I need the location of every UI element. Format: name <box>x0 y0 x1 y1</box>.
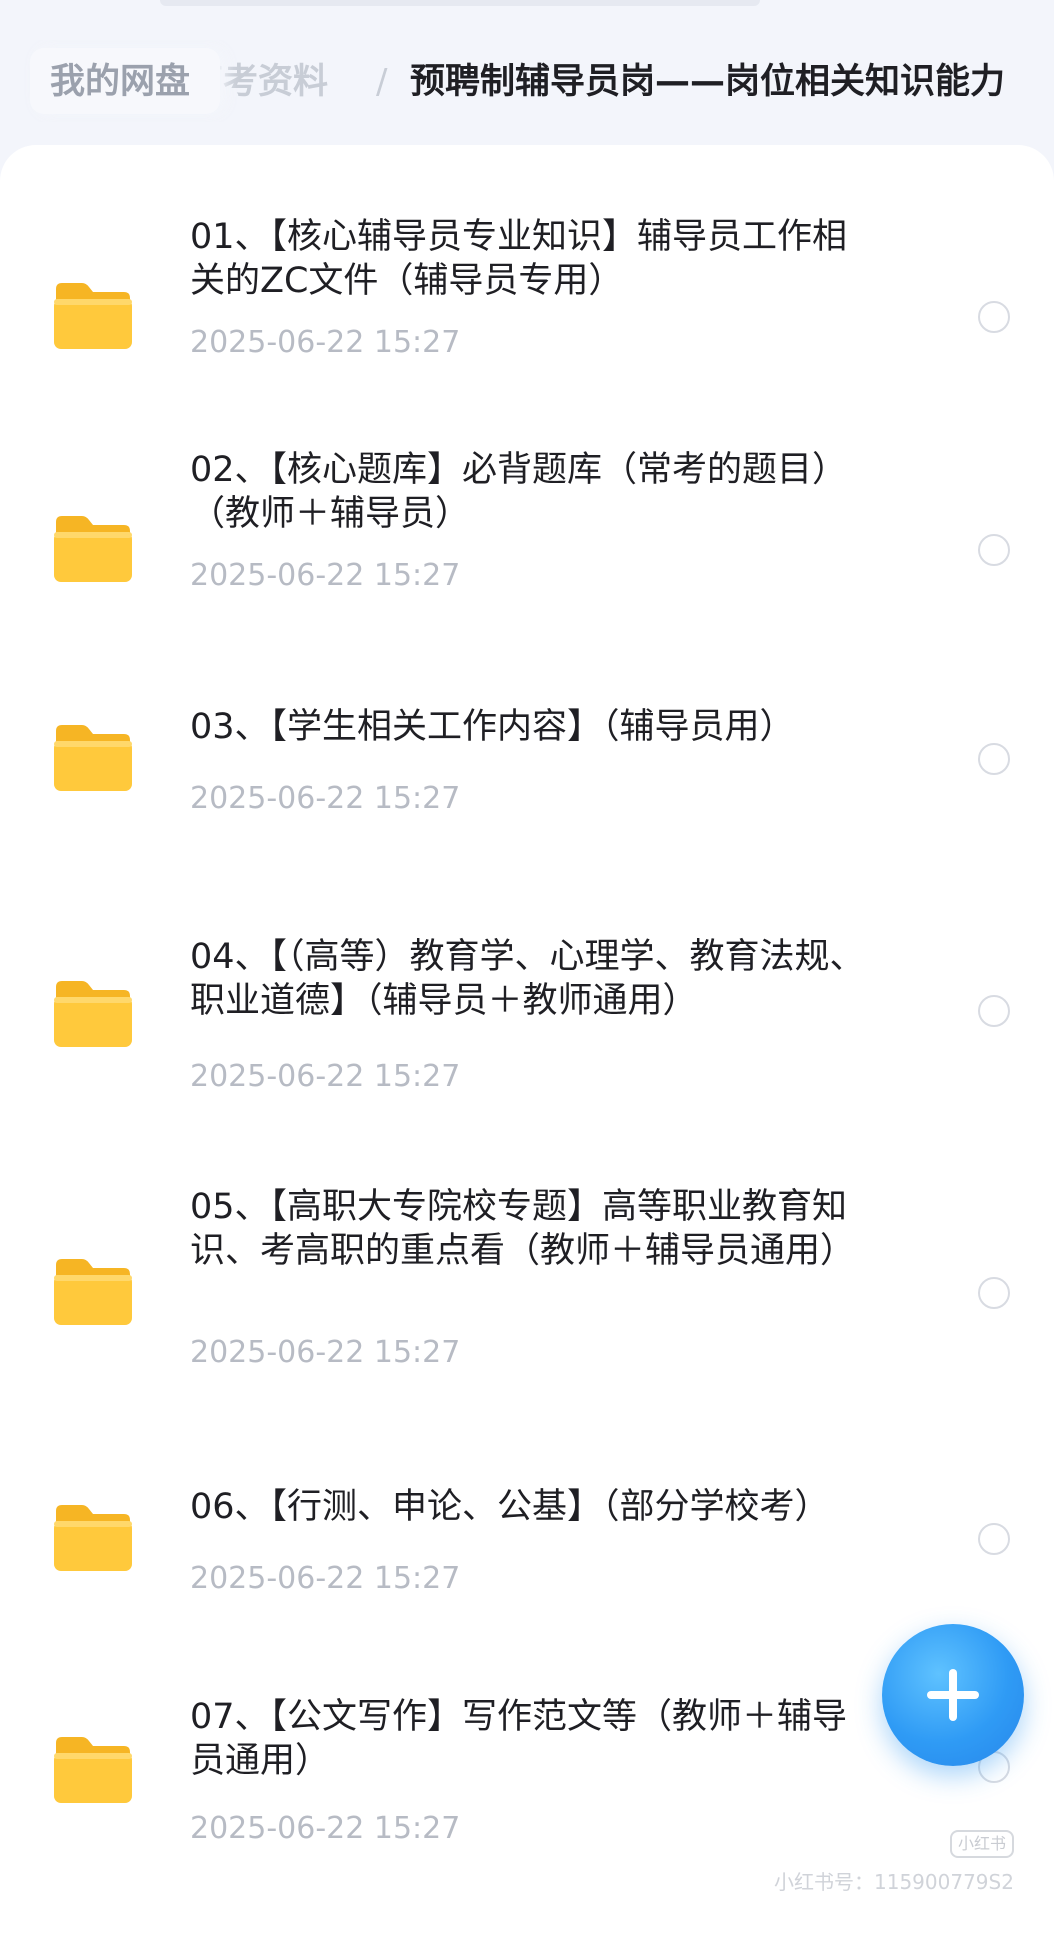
select-radio[interactable] <box>978 995 1010 1027</box>
file-name: 03、【学生相关工作内容】（辅导员用） <box>190 707 795 747</box>
file-item[interactable]: 05、【高职大专院校专题】高等职业教育知识、考高职的重点看（教师＋辅导员通用） … <box>0 1185 1054 1445</box>
select-radio[interactable] <box>978 301 1010 333</box>
file-date: 2025-06-22 15:27 <box>190 325 461 360</box>
file-name: 07、【公文写作】写作范文等（教师＋辅导员通用） <box>190 1697 848 1781</box>
file-date: 2025-06-22 15:27 <box>190 1811 461 1846</box>
select-radio[interactable] <box>978 1277 1010 1309</box>
select-radio[interactable] <box>978 743 1010 775</box>
breadcrumb-separator: / <box>376 62 388 102</box>
file-item[interactable]: 02、【核心题库】必背题库（常考的题目）（教师＋辅导员） 2025-06-22 … <box>0 448 1054 678</box>
file-date: 2025-06-22 15:27 <box>190 1561 461 1596</box>
folder-icon <box>52 1255 134 1327</box>
watermark-badge: 小红书 <box>950 1830 1015 1858</box>
select-radio[interactable] <box>978 1523 1010 1555</box>
add-button[interactable] <box>882 1624 1024 1766</box>
breadcrumb: 我的网盘 育考资料 / 预聘制辅导员岗——岗位相关知识能力 <box>0 40 1054 122</box>
folder-icon <box>52 279 134 351</box>
folder-icon <box>52 512 134 584</box>
file-item[interactable]: 01、【核心辅导员专业知识】辅导员工作相关的ZC文件（辅导员专用） 2025-0… <box>0 215 1054 445</box>
file-date: 2025-06-22 15:27 <box>190 781 461 816</box>
file-item[interactable]: 04、【（高等）教育学、心理学、教育法规、职业道德】（辅导员＋教师通用） 202… <box>0 935 1054 1165</box>
folder-icon <box>52 1501 134 1573</box>
plus-icon <box>927 1669 979 1721</box>
file-name: 01、【核心辅导员专业知识】辅导员工作相关的ZC文件（辅导员专用） <box>190 217 848 301</box>
file-date: 2025-06-22 15:27 <box>190 558 461 593</box>
file-name: 04、【（高等）教育学、心理学、教育法规、职业道德】（辅导员＋教师通用） <box>190 937 865 1021</box>
file-name: 06、【行测、申论、公基】（部分学校考） <box>190 1487 830 1527</box>
select-radio[interactable] <box>978 534 1010 566</box>
breadcrumb-root-label: 我的网盘 <box>50 62 191 102</box>
breadcrumb-root-button[interactable]: 我的网盘 <box>30 48 220 114</box>
file-date: 2025-06-22 15:27 <box>190 1335 461 1370</box>
top-strip <box>160 0 760 6</box>
folder-icon <box>52 721 134 793</box>
file-name: 02、【核心题库】必背题库（常考的题目）（教师＋辅导员） <box>190 450 848 534</box>
folder-icon <box>52 977 134 1049</box>
folder-icon <box>52 1733 134 1805</box>
breadcrumb-current: 预聘制辅导员岗——岗位相关知识能力 <box>410 62 1006 102</box>
file-name: 05、【高职大专院校专题】高等职业教育知识、考高职的重点看（教师＋辅导员通用） <box>190 1187 856 1271</box>
file-item[interactable]: 03、【学生相关工作内容】（辅导员用） 2025-06-22 15:27 <box>0 705 1054 905</box>
file-date: 2025-06-22 15:27 <box>190 1059 461 1094</box>
watermark: 小红书号：115900779S2 <box>774 1870 1014 1894</box>
